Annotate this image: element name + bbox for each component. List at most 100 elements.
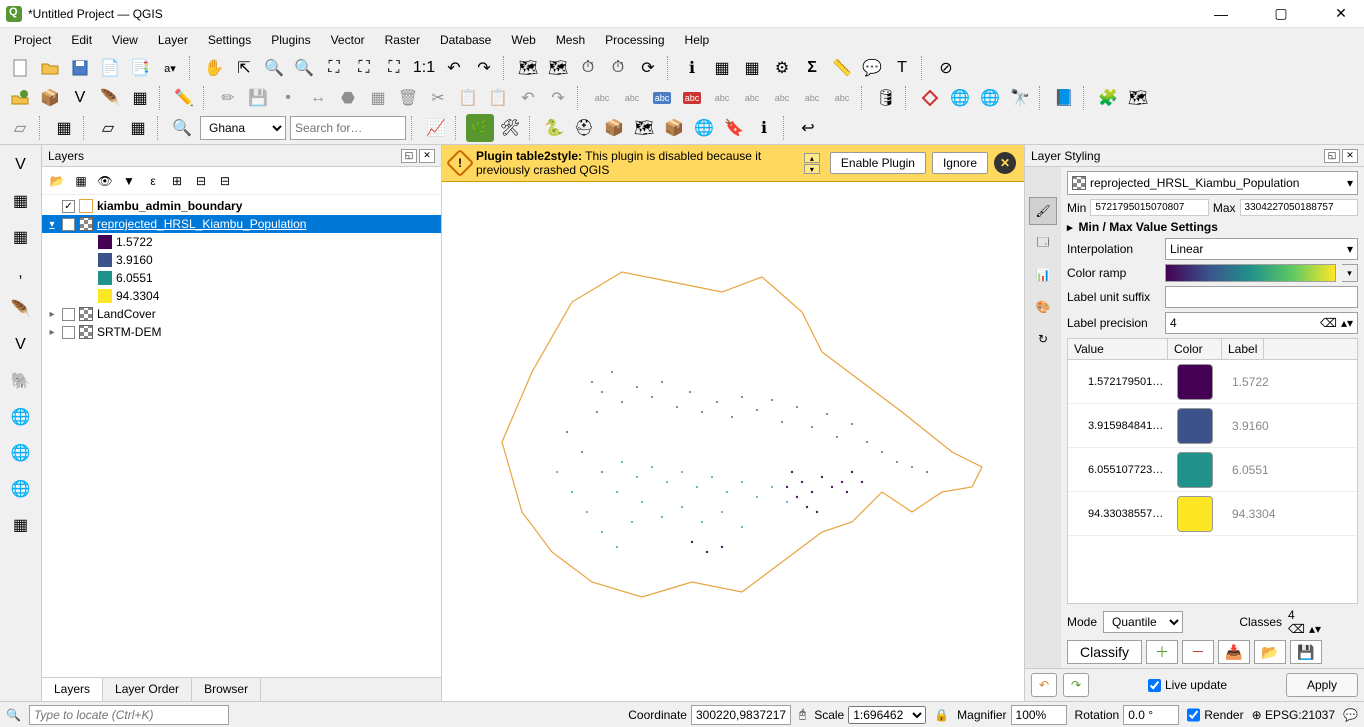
- scale-select[interactable]: 1:696462: [848, 706, 926, 724]
- add-mesh-icon[interactable]: ▦: [5, 221, 37, 253]
- panel-close-button[interactable]: ✕: [1342, 149, 1358, 163]
- panel-float-button[interactable]: ◱: [401, 149, 417, 163]
- locator-input[interactable]: [29, 705, 229, 725]
- zoom-selection-icon[interactable]: ⛶: [350, 54, 378, 82]
- delete-selected-icon[interactable]: 🗑: [394, 84, 422, 112]
- color-ramp-select[interactable]: [1165, 264, 1336, 282]
- enable-plugin-button[interactable]: Enable Plugin: [830, 152, 926, 174]
- menu-edit[interactable]: Edit: [63, 31, 100, 49]
- zoom-last-icon[interactable]: ↶: [440, 54, 468, 82]
- layer-tree[interactable]: ✓ kiambu_admin_boundary ▾ ✓ reprojected_…: [42, 195, 441, 677]
- redo-styling-button[interactable]: ↷: [1063, 673, 1089, 697]
- layer-remove-icon[interactable]: ⊟: [214, 170, 236, 192]
- add-spatialite-icon[interactable]: 🪶: [5, 293, 37, 325]
- python-console-icon[interactable]: 🐍: [540, 114, 568, 142]
- select-features-icon[interactable]: ▱: [6, 114, 34, 142]
- zoom-layer-icon[interactable]: ⛶: [380, 54, 408, 82]
- rotation-input[interactable]: [1123, 705, 1179, 725]
- menu-vector[interactable]: Vector: [323, 31, 373, 49]
- layer-item-landcover[interactable]: ▸ LandCover: [42, 305, 441, 323]
- color-ramp-dropdown[interactable]: ▾: [1342, 264, 1358, 282]
- history-tab-icon[interactable]: ↻: [1029, 325, 1057, 353]
- select-all-icon[interactable]: ▦: [124, 114, 152, 142]
- color-map-table[interactable]: ValueColorLabel 1.572179501…1.5722 3.915…: [1067, 338, 1358, 604]
- layer-add-group-icon[interactable]: ▦: [70, 170, 92, 192]
- menu-help[interactable]: Help: [677, 31, 718, 49]
- panel-close-button[interactable]: ✕: [419, 149, 435, 163]
- label-prop-icon[interactable]: abc: [828, 84, 856, 112]
- plugin-g-icon[interactable]: ↩: [794, 114, 822, 142]
- tab-browser[interactable]: Browser: [192, 678, 261, 701]
- layer-visibility-icon[interactable]: 👁: [94, 170, 116, 192]
- new-project-icon[interactable]: [6, 54, 34, 82]
- add-class-button[interactable]: ＋: [1146, 640, 1178, 664]
- db-manager-icon[interactable]: 🛢: [872, 84, 900, 112]
- message-close-button[interactable]: ✕: [994, 152, 1016, 174]
- table-row[interactable]: 94.33038557…94.3304: [1068, 492, 1357, 536]
- firstaid-icon[interactable]: ⛑: [570, 114, 598, 142]
- pan-to-selection-icon[interactable]: ⇱: [230, 54, 258, 82]
- georeferencer-icon[interactable]: 🌐: [976, 84, 1004, 112]
- label-rotate-icon[interactable]: abc: [768, 84, 796, 112]
- vertex-tool-icon[interactable]: ⬣: [334, 84, 362, 112]
- undo-icon[interactable]: ↶: [514, 84, 542, 112]
- toggle-extents-icon[interactable]: 🖰: [799, 707, 806, 722]
- menu-project[interactable]: Project: [6, 31, 59, 49]
- label-change-icon[interactable]: abc: [798, 84, 826, 112]
- layer-item-hrsl[interactable]: ▾ ✓ reprojected_HRSL_Kiambu_Population: [42, 215, 441, 233]
- no-action-icon[interactable]: ⊘: [932, 54, 960, 82]
- menu-settings[interactable]: Settings: [200, 31, 259, 49]
- open-project-icon[interactable]: [36, 54, 64, 82]
- color-swatch[interactable]: [1177, 496, 1213, 532]
- new-shapefile-icon[interactable]: V: [66, 84, 94, 112]
- menu-database[interactable]: Database: [432, 31, 499, 49]
- tab-layer-order[interactable]: Layer Order: [103, 678, 192, 701]
- magnifier-input[interactable]: [1011, 705, 1067, 725]
- close-button[interactable]: ✕: [1324, 4, 1358, 24]
- modify-attrs-icon[interactable]: ▦: [364, 84, 392, 112]
- tab-layers[interactable]: Layers: [42, 678, 103, 701]
- processing-toolbox-icon[interactable]: ⚙: [768, 54, 796, 82]
- layer-checkbox[interactable]: [62, 326, 75, 339]
- color-swatch[interactable]: [1177, 408, 1213, 444]
- symbology-tab-icon[interactable]: 🖌: [1029, 197, 1057, 225]
- quick-search-icon[interactable]: 🔍: [6, 708, 21, 722]
- label-highlight-icon[interactable]: abc: [648, 84, 676, 112]
- grass-icon[interactable]: 🌿: [466, 114, 494, 142]
- copy-features-icon[interactable]: 📋: [454, 84, 482, 112]
- plugin-b-icon[interactable]: 🗺: [630, 114, 658, 142]
- add-feature-icon[interactable]: •: [274, 84, 302, 112]
- histogram-tab-icon[interactable]: 📊: [1029, 261, 1057, 289]
- layer-item-boundary[interactable]: ✓ kiambu_admin_boundary: [42, 197, 441, 215]
- temporal-controller-icon[interactable]: ⏱: [604, 54, 632, 82]
- plugin-a-icon[interactable]: 📦: [600, 114, 628, 142]
- plugin-tool2-icon[interactable]: 🗺: [1124, 84, 1152, 112]
- field-calc-icon[interactable]: ▦: [738, 54, 766, 82]
- save-edits-icon[interactable]: 💾: [244, 84, 272, 112]
- measure-icon[interactable]: 📏: [828, 54, 856, 82]
- coordinate-input[interactable]: [691, 705, 791, 725]
- map-canvas[interactable]: ! Plugin table2style: This plugin is dis…: [442, 145, 1024, 701]
- undo-styling-button[interactable]: ↶: [1031, 673, 1057, 697]
- add-wcs-icon[interactable]: 🌐: [5, 437, 37, 469]
- new-virtual-layer-icon[interactable]: ▦: [126, 84, 154, 112]
- move-feature-icon[interactable]: ↔: [304, 84, 332, 112]
- pan-icon[interactable]: ✋: [200, 54, 228, 82]
- show-layouts-icon[interactable]: 📑: [126, 54, 154, 82]
- plugin-d-icon[interactable]: 🌐: [690, 114, 718, 142]
- new-bookmark-icon[interactable]: ⏱: [574, 54, 602, 82]
- lock-scale-icon[interactable]: 🔒: [934, 708, 949, 722]
- open-datasource-icon[interactable]: [6, 84, 34, 112]
- zoom-full-icon[interactable]: ⛶: [320, 54, 348, 82]
- zoom-out-icon[interactable]: 🔍: [290, 54, 318, 82]
- label-move-icon[interactable]: abc: [738, 84, 766, 112]
- label-show-icon[interactable]: abc: [708, 84, 736, 112]
- load-colormap-button[interactable]: 📥: [1218, 640, 1250, 664]
- styling-layer-select[interactable]: reprojected_HRSL_Kiambu_Population ▾: [1067, 171, 1358, 195]
- color-swatch[interactable]: [1177, 364, 1213, 400]
- minmax-settings-toggle[interactable]: ▸ Min / Max Value Settings: [1067, 220, 1358, 234]
- add-vector-icon[interactable]: V: [5, 149, 37, 181]
- label-diagram-icon[interactable]: abc: [618, 84, 646, 112]
- select-by-value-icon[interactable]: ▦: [50, 114, 78, 142]
- classes-input[interactable]: 4⌫▴▾: [1288, 608, 1358, 636]
